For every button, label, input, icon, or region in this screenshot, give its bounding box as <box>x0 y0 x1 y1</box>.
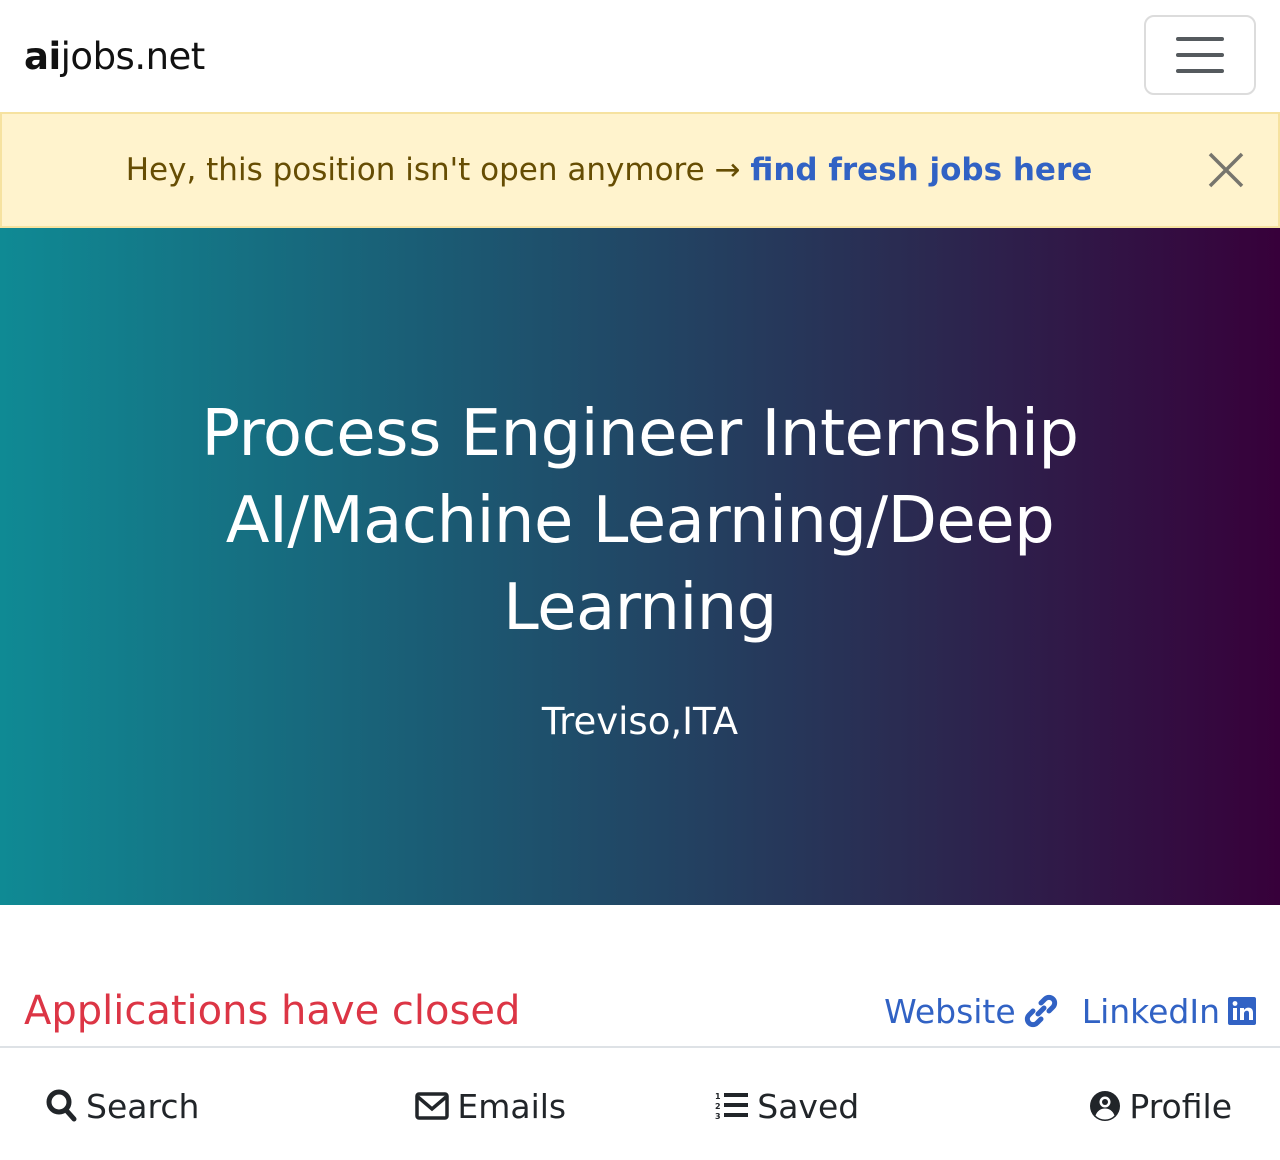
nav-profile[interactable]: Profile <box>936 1087 1280 1126</box>
brand-bold: ai <box>24 34 61 78</box>
close-icon <box>1208 152 1244 188</box>
bottom-navigation: Search Emails 1 2 3 Saved Profile <box>0 1046 1280 1160</box>
website-link[interactable]: Website <box>884 992 1058 1031</box>
job-status-row: Applications have closed Website LinkedI… <box>0 978 1280 1044</box>
nav-search-label: Search <box>86 1086 200 1126</box>
link-icon <box>1024 994 1057 1028</box>
find-fresh-jobs-link[interactable]: find fresh jobs here <box>750 152 1092 188</box>
hamburger-menu-icon-line <box>1176 53 1224 57</box>
nav-search[interactable]: Search <box>0 1087 343 1126</box>
linkedin-icon <box>1228 997 1256 1025</box>
alert-message: Hey, this position isn't open anymore → … <box>126 152 1093 188</box>
applications-closed-status: Applications have closed <box>24 988 521 1034</box>
nav-saved-label: Saved <box>757 1086 860 1126</box>
hamburger-menu-icon <box>1176 37 1224 41</box>
alert-text: Hey, this position isn't open anymore → <box>125 152 751 188</box>
position-closed-alert: Hey, this position isn't open anymore → … <box>0 112 1280 228</box>
svg-text:2: 2 <box>715 1102 721 1111</box>
hamburger-menu-icon-line <box>1176 69 1224 73</box>
search-icon <box>46 1089 77 1122</box>
linkedin-link-label: LinkedIn <box>1081 991 1220 1031</box>
svg-text:1: 1 <box>715 1092 721 1101</box>
user-circle-icon <box>1090 1091 1121 1121</box>
linkedin-link[interactable]: LinkedIn <box>1082 992 1256 1031</box>
menu-toggle-button[interactable] <box>1144 15 1256 95</box>
brand-logo-link[interactable]: aijobs.net <box>24 35 205 78</box>
website-link-label: Website <box>884 991 1016 1031</box>
brand-rest: jobs.net <box>60 34 206 78</box>
nav-emails-label: Emails <box>457 1086 567 1126</box>
svg-text:3: 3 <box>715 1112 721 1121</box>
nav-emails[interactable]: Emails <box>343 1087 640 1126</box>
job-title: Process Engineer Internship AI/Machine L… <box>201 397 1079 645</box>
envelope-icon <box>415 1092 450 1120</box>
nav-saved[interactable]: 1 2 3 Saved <box>639 1087 936 1126</box>
top-navbar: aijobs.net <box>0 0 1280 112</box>
nav-profile-label: Profile <box>1129 1086 1232 1126</box>
company-links: Website LinkedIn <box>884 992 1256 1031</box>
alert-close-button[interactable] <box>1206 150 1246 190</box>
numbered-list-icon: 1 2 3 <box>715 1092 749 1121</box>
job-location: Treviso,ITA <box>541 700 739 743</box>
job-hero: Process Engineer Internship AI/Machine L… <box>0 228 1280 905</box>
